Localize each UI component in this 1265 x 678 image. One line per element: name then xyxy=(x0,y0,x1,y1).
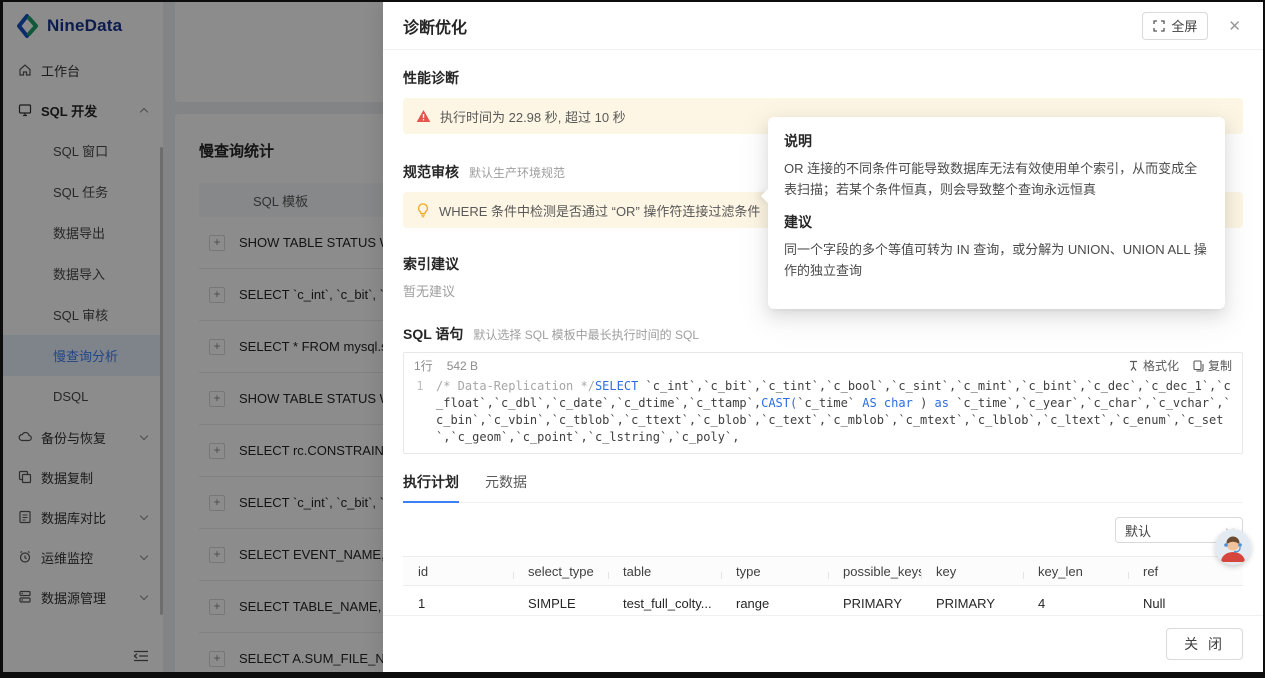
section-title-index: 索引建议 xyxy=(403,254,459,274)
col-type: type xyxy=(721,564,828,579)
col-id: id xyxy=(403,564,513,579)
copy-icon xyxy=(1193,360,1204,372)
format-button[interactable]: 格式化 xyxy=(1128,357,1179,374)
col-ref: ref xyxy=(1128,564,1243,579)
tooltip-suggestion-text: 同一个字段的多个等值可转为 IN 查询，或分解为 UNION、UNION ALL… xyxy=(784,239,1209,281)
review-meta: 默认生产环境规范 xyxy=(469,164,565,181)
plan-table-row: 1 SIMPLE test_full_colty... range PRIMAR… xyxy=(403,586,1243,615)
tab-metadata[interactable]: 元数据 xyxy=(485,472,527,502)
rule-tooltip: 说明 OR 连接的不同条件可能导致数据库无法有效使用单个索引，从而变成全表扫描；… xyxy=(768,117,1225,309)
copy-button[interactable]: 复制 xyxy=(1193,357,1232,374)
close-button[interactable]: 关 闭 xyxy=(1166,628,1243,660)
col-possible-keys: possible_keys xyxy=(828,564,921,579)
support-agent-icon xyxy=(1215,529,1251,565)
section-title-review: 规范审核 xyxy=(403,162,459,182)
col-key: key xyxy=(921,564,1023,579)
drawer-title: 诊断优化 xyxy=(403,14,467,38)
plan-tabs: 执行计划 元数据 xyxy=(403,472,1243,503)
code-editor[interactable]: 1 /* Data-Replication */SELECT `c_int`,`… xyxy=(404,377,1242,453)
drawer-header: 诊断优化 全屏 ✕ xyxy=(383,2,1263,50)
tab-execution-plan[interactable]: 执行计划 xyxy=(403,472,459,503)
tooltip-title-suggestion: 建议 xyxy=(784,212,1209,232)
format-icon xyxy=(1128,360,1139,372)
lightbulb-icon xyxy=(416,203,430,218)
performance-alert-text: 执行时间为 22.98 秒, 超过 10 秒 xyxy=(440,107,626,126)
fullscreen-icon xyxy=(1153,20,1165,32)
tooltip-title-description: 说明 xyxy=(784,131,1209,151)
fullscreen-button[interactable]: 全屏 xyxy=(1142,12,1208,40)
sql-text: /* Data-Replication */SELECT `c_int`,`c_… xyxy=(436,378,1232,446)
drawer-footer: 关 闭 xyxy=(383,615,1263,672)
warning-icon xyxy=(416,109,431,123)
section-title-performance: 性能诊断 xyxy=(403,68,459,88)
col-select-type: select_type xyxy=(513,564,608,579)
execution-plan-table: id select_type table type possible_keys … xyxy=(403,556,1243,615)
line-number: 1 xyxy=(404,378,436,446)
code-toolbar: 1行 542 B 格式化 xyxy=(404,353,1242,377)
section-title-sql: SQL 语句 xyxy=(403,324,463,344)
col-key-len: key_len xyxy=(1023,564,1128,579)
review-rule-text: WHERE 条件中检测是否通过 “OR” 操作符连接过滤条件 xyxy=(439,201,760,220)
diagnosis-drawer: 诊断优化 全屏 ✕ 性能诊断 执行时间为 22.98 秒, 超过 10 秒 xyxy=(383,2,1263,672)
close-icon[interactable]: ✕ xyxy=(1224,15,1245,37)
sql-code-block: 1行 542 B 格式化 xyxy=(403,352,1243,454)
screen: NineData 工作台 SQL 开发 SQL 窗口 SQL 任务 xyxy=(0,0,1265,678)
code-size: 542 B xyxy=(447,359,478,373)
tooltip-description-text: OR 连接的不同条件可能导致数据库无法有效使用单个索引，从而变成全表扫描；若某个… xyxy=(784,158,1209,200)
col-table: table xyxy=(608,564,721,579)
sql-meta: 默认选择 SQL 模板中最长执行时间的 SQL xyxy=(473,326,699,343)
plan-table-header: id select_type table type possible_keys … xyxy=(403,556,1243,586)
support-avatar-button[interactable] xyxy=(1215,529,1251,565)
code-line-count: 1行 xyxy=(414,357,433,374)
